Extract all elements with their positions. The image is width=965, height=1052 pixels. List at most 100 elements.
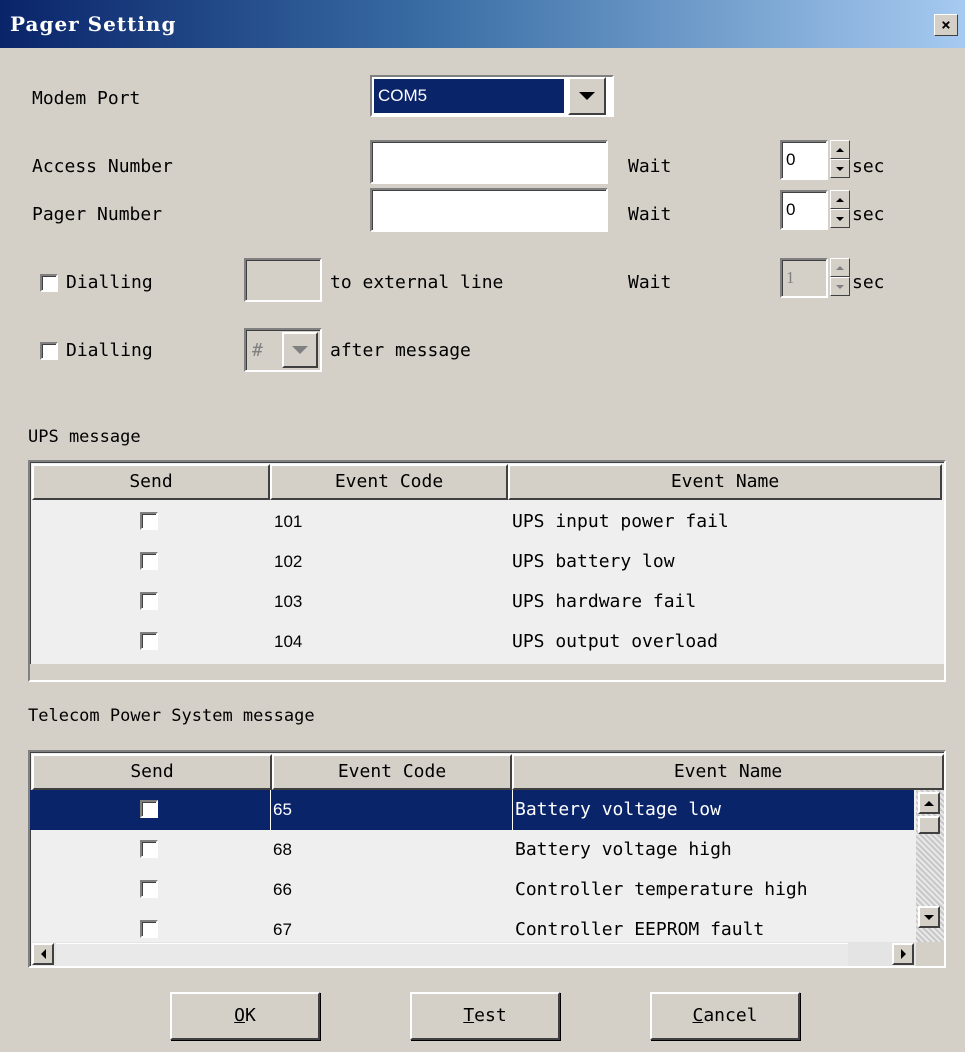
test-button[interactable]: Test xyxy=(410,992,560,1040)
table-row[interactable]: 104 UPS output overload xyxy=(30,622,944,662)
column-header-send[interactable]: Send xyxy=(32,754,272,790)
table-row[interactable]: 101 UPS input power fail xyxy=(30,502,944,542)
external-wait-input[interactable]: 1 xyxy=(780,258,828,298)
telecom-section-label: Telecom Power System message xyxy=(28,706,315,726)
scroll-right-button[interactable] xyxy=(892,943,914,965)
arrow-up-icon xyxy=(836,197,844,202)
event-name: Controller temperature high xyxy=(515,879,808,900)
scroll-left-button[interactable] xyxy=(32,943,54,965)
arrow-up-icon xyxy=(924,800,934,806)
modem-port-select[interactable]: COM5 xyxy=(370,75,614,117)
pager-wait-input[interactable]: 0 xyxy=(780,190,828,230)
scroll-down-button[interactable] xyxy=(918,906,940,928)
arrow-up-icon xyxy=(836,147,844,152)
arrow-down-icon xyxy=(836,216,844,221)
event-name: UPS output overload xyxy=(512,631,718,652)
event-code: 68 xyxy=(273,840,292,859)
spin-down-button[interactable] xyxy=(830,159,850,178)
title-bar: Pager Setting × xyxy=(0,0,965,48)
table-row[interactable]: 66 Controller temperature high xyxy=(30,870,914,910)
cancel-button[interactable]: Cancel xyxy=(650,992,800,1040)
arrow-up-icon xyxy=(836,265,844,270)
table-row[interactable]: 68 Battery voltage high xyxy=(30,830,914,870)
arrow-down-icon xyxy=(836,166,844,171)
dialling-external-checkbox[interactable] xyxy=(40,274,58,292)
dialling-after-label: Dialling xyxy=(66,340,153,361)
vertical-scroll-thumb[interactable] xyxy=(918,816,940,834)
ups-section-label: UPS message xyxy=(28,427,141,447)
event-name: UPS input power fail xyxy=(512,511,729,532)
event-name: Battery voltage high xyxy=(515,839,732,860)
spin-up-button[interactable] xyxy=(830,258,850,277)
access-number-label: Access Number xyxy=(32,156,173,177)
arrow-right-icon xyxy=(900,949,906,959)
chevron-down-icon xyxy=(292,346,308,354)
send-checkbox[interactable] xyxy=(140,592,158,610)
after-message-label: after message xyxy=(330,340,471,361)
modem-port-dropdown-button[interactable] xyxy=(568,77,606,115)
window-title: Pager Setting xyxy=(10,12,177,36)
event-code: 67 xyxy=(273,920,292,939)
event-code: 66 xyxy=(273,880,292,899)
pager-wait-spinner[interactable] xyxy=(830,190,850,228)
spin-down-button[interactable] xyxy=(830,209,850,228)
spin-down-button[interactable] xyxy=(830,277,850,296)
arrow-down-icon xyxy=(836,284,844,289)
horizontal-scroll-thumb[interactable] xyxy=(56,943,848,966)
pager-wait-unit: sec xyxy=(852,204,885,225)
column-header-event-code[interactable]: Event Code xyxy=(270,464,508,500)
send-checkbox[interactable] xyxy=(140,880,158,898)
access-wait-unit: sec xyxy=(852,156,885,177)
external-line-label: to external line xyxy=(330,272,504,293)
column-header-event-name[interactable]: Event Name xyxy=(508,464,942,500)
access-wait-input[interactable]: 0 xyxy=(780,140,828,180)
column-header-event-name[interactable]: Event Name xyxy=(512,754,944,790)
event-code: 104 xyxy=(274,632,303,651)
table-row[interactable]: 65 Battery voltage low xyxy=(30,790,914,830)
table-row[interactable]: 103 UPS hardware fail xyxy=(30,582,944,622)
external-line-prefix-input[interactable] xyxy=(244,258,322,302)
scroll-up-button[interactable] xyxy=(918,792,940,814)
event-code: 103 xyxy=(274,592,303,611)
send-checkbox[interactable] xyxy=(140,552,158,570)
send-checkbox[interactable] xyxy=(140,632,158,650)
send-checkbox[interactable] xyxy=(140,800,158,818)
send-checkbox[interactable] xyxy=(140,512,158,530)
access-wait-label: Wait xyxy=(628,156,672,177)
table-row[interactable]: 67 Controller EEPROM fault xyxy=(30,910,914,942)
access-wait-spinner[interactable] xyxy=(830,140,850,178)
pager-number-input[interactable] xyxy=(370,188,608,232)
close-icon: × xyxy=(941,15,951,34)
after-message-value: # xyxy=(252,340,263,361)
external-wait-unit: sec xyxy=(852,272,885,293)
ok-button[interactable]: OK xyxy=(170,992,320,1040)
external-wait-spinner[interactable] xyxy=(830,258,850,296)
close-button[interactable]: × xyxy=(934,14,958,36)
vertical-scrollbar[interactable] xyxy=(916,790,944,942)
spin-up-button[interactable] xyxy=(830,190,850,209)
column-header-send[interactable]: Send xyxy=(32,464,270,500)
column-header-event-code[interactable]: Event Code xyxy=(272,754,512,790)
table-row[interactable]: 102 UPS battery low xyxy=(30,542,944,582)
modem-port-label: Modem Port xyxy=(32,88,141,109)
dialling-after-checkbox[interactable] xyxy=(40,342,58,360)
modem-port-value: COM5 xyxy=(374,79,564,113)
telecom-rows-viewport: 65 Battery voltage low 68 Battery voltag… xyxy=(30,790,914,942)
ups-message-list: Send Event Code Event Name 101 UPS input… xyxy=(28,460,946,682)
event-code: 101 xyxy=(274,512,303,531)
event-name: UPS hardware fail xyxy=(512,591,697,612)
send-checkbox[interactable] xyxy=(140,920,158,938)
access-number-input[interactable] xyxy=(370,140,608,184)
chevron-down-icon xyxy=(579,92,595,100)
send-checkbox[interactable] xyxy=(140,840,158,858)
after-message-select[interactable]: # xyxy=(244,328,322,372)
pager-number-label: Pager Number xyxy=(32,204,163,225)
telecom-message-list: Send Event Code Event Name 65 Battery vo… xyxy=(28,750,946,968)
horizontal-scrollbar[interactable] xyxy=(32,942,916,966)
spin-up-button[interactable] xyxy=(830,140,850,159)
event-code: 65 xyxy=(270,790,292,830)
after-message-dropdown-button[interactable] xyxy=(282,332,318,368)
event-name: Controller EEPROM fault xyxy=(515,919,765,940)
event-code: 102 xyxy=(274,552,303,571)
event-name: UPS battery low xyxy=(512,551,675,572)
